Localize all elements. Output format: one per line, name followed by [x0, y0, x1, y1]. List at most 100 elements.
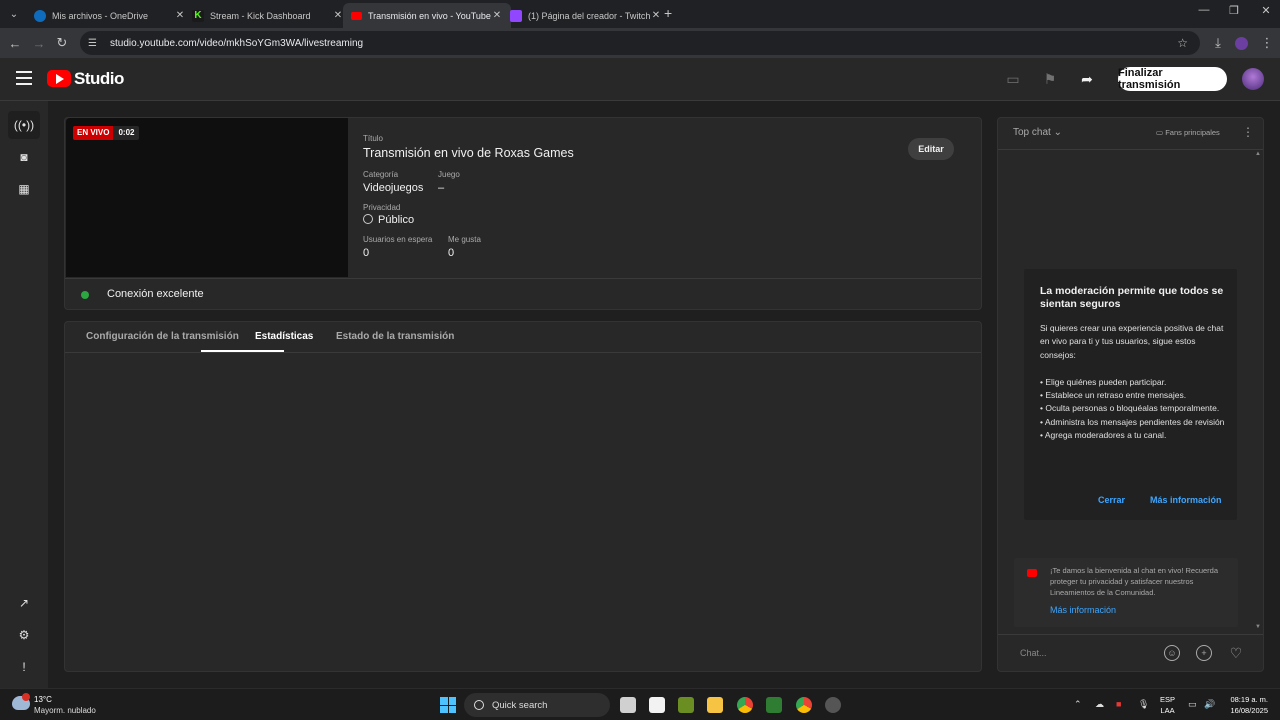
close-button[interactable]: Cerrar	[1098, 495, 1125, 505]
emoji-icon[interactable]: ☺	[1164, 645, 1180, 661]
moderation-title: La moderación permite que todos se sient…	[1040, 285, 1224, 310]
tip-item: • Agrega moderadores a tu canal.	[1040, 430, 1167, 441]
more-info-button[interactable]: Más información	[1150, 495, 1222, 505]
welcome-more-info-link[interactable]: Más información	[1050, 605, 1116, 615]
theater-icon[interactable]: ▭	[1004, 71, 1022, 89]
calendar-icon[interactable]: ▦	[8, 175, 40, 203]
restore-icon[interactable]: ❐	[1222, 4, 1246, 17]
volume-icon[interactable]: 🔊	[1204, 699, 1215, 710]
welcome-message: ¡Te damos la bienvenida al chat en vivo!…	[1014, 558, 1238, 627]
tip-item: • Elige quiénes pueden participar.	[1040, 376, 1167, 387]
avatar[interactable]	[1242, 68, 1264, 90]
weather-temp: 13°C	[34, 695, 52, 704]
store-icon[interactable]	[649, 697, 665, 713]
tab-settings[interactable]: Configuración de la transmisión	[86, 331, 239, 342]
scroll-down-icon[interactable]: ▼	[1255, 624, 1261, 630]
microphone-icon[interactable]: 🎙	[1138, 699, 1149, 710]
status-dot-icon	[81, 291, 89, 299]
tip-item: • Establece un retraso entre mensajes.	[1040, 390, 1187, 401]
bookmark-star-icon[interactable]: ☆	[1177, 36, 1188, 50]
privacy-label: Privacidad	[363, 203, 401, 212]
add-icon[interactable]: +	[1196, 645, 1212, 661]
chat-mode-select[interactable]: Top chat ⌄	[1013, 127, 1062, 138]
network-icon[interactable]: ▭	[1188, 699, 1197, 710]
chat-input-row: Chat... ☺ + ♡	[998, 634, 1263, 671]
chrome-icon[interactable]	[737, 697, 753, 713]
minimize-icon[interactable]: —	[1192, 4, 1216, 16]
stream-title: Transmisión en vivo de Roxas Games	[363, 146, 574, 160]
onedrive-icon	[34, 9, 46, 22]
live-badge: EN VIVO 0:02	[73, 126, 140, 140]
browser-menu-icon[interactable]: ⋮	[1258, 34, 1276, 52]
analytics-panel	[64, 321, 982, 672]
connection-status: Conexión excelente	[65, 278, 981, 309]
back-icon[interactable]: ←	[6, 34, 24, 52]
app-icon[interactable]	[825, 697, 841, 713]
input-language[interactable]: ESP LAA	[1160, 694, 1175, 716]
live-stream-icon[interactable]: ((•))	[8, 111, 40, 139]
end-stream-button[interactable]: Finalizar transmisión	[1118, 67, 1227, 91]
moderation-card: La moderación permite que todos se sient…	[1024, 269, 1237, 520]
youtube-icon	[1027, 569, 1037, 577]
search-icon	[474, 700, 484, 710]
xbox-icon[interactable]	[766, 697, 782, 713]
tip-item: • Administra los mensajes pendientes de …	[1040, 416, 1225, 427]
tab-statistics[interactable]: Estadísticas	[255, 331, 313, 342]
game-label: Juego	[438, 170, 460, 179]
scroll-up-icon[interactable]: ▲	[1255, 151, 1261, 157]
reload-icon[interactable]: ↻	[53, 34, 71, 52]
weather-condition: Mayorm. nublado	[34, 706, 96, 715]
chrome-active-icon[interactable]	[796, 697, 812, 713]
stream-preview	[66, 118, 348, 277]
heart-icon[interactable]: ♡	[1228, 645, 1244, 661]
minecraft-icon[interactable]	[678, 697, 694, 713]
browser-tab-onedrive[interactable]: Mis archivos - OneDrive ✕	[26, 3, 194, 28]
new-tab-icon[interactable]: +	[664, 5, 672, 21]
likes-value: 0	[448, 247, 455, 259]
chevron-down-icon: ⌄	[1053, 127, 1062, 138]
browser-tab-kick[interactable]: K Stream - Kick Dashboard ✕	[184, 3, 352, 28]
likes-label: Me gusta	[448, 235, 481, 244]
menu-icon[interactable]	[16, 71, 32, 85]
privacy-value: Público	[363, 214, 414, 226]
edit-button[interactable]: Editar	[908, 138, 954, 160]
waiting-label: Usuarios en espera	[363, 235, 433, 244]
bookmark-icon[interactable]: ⚑	[1041, 71, 1059, 89]
download-icon[interactable]: ⤓	[1209, 34, 1227, 52]
top-fans-button[interactable]: ▭ Fans principales	[1156, 128, 1220, 137]
studio-header: Studio ▭ ⚑ ➦ Finalizar transmisión	[0, 58, 1280, 101]
forward-icon[interactable]: →	[30, 34, 48, 52]
windows-start-icon[interactable]	[440, 697, 456, 713]
external-link-icon[interactable]: ↗	[8, 589, 40, 617]
browser-tab-youtube[interactable]: Transmisión en vivo - YouTube ✕	[343, 3, 511, 28]
taskbar: 13°C Mayorm. nublado Quick search ⌃ ☁ ■ …	[0, 688, 1280, 720]
profile-icon[interactable]	[1232, 34, 1250, 52]
task-view-icon[interactable]	[620, 697, 636, 713]
youtube-logo-icon[interactable]	[47, 70, 71, 87]
waiting-value: 0	[363, 247, 370, 259]
tray-chevron-icon[interactable]: ⌃	[1074, 699, 1082, 710]
more-icon[interactable]: ⋮	[1242, 125, 1254, 139]
feedback-icon[interactable]: !	[8, 653, 40, 681]
tray-cloud-icon[interactable]: ☁	[1095, 699, 1104, 710]
site-info-icon[interactable]: ☰	[88, 38, 102, 49]
gear-icon[interactable]: ⚙	[8, 621, 40, 649]
tab-search-icon[interactable]: ⌄	[4, 4, 24, 24]
youtube-icon	[351, 11, 362, 20]
studio-brand: Studio	[74, 69, 124, 88]
chat-input[interactable]: Chat...	[1020, 648, 1047, 658]
address-bar[interactable]: ☰ studio.youtube.com/video/mkhSoYGm3WA/l…	[80, 31, 1200, 55]
tab-stream-health[interactable]: Estado de la transmisión	[336, 331, 454, 342]
url-text: studio.youtube.com/video/mkhSoYGm3WA/liv…	[110, 37, 364, 49]
taskbar-search[interactable]: Quick search	[464, 693, 610, 717]
file-explorer-icon[interactable]	[707, 697, 723, 713]
category-value: Videojuegos	[363, 182, 424, 194]
share-icon[interactable]: ➦	[1078, 71, 1096, 89]
browser-tab-twitch[interactable]: (1) Página del creador - Twitch ✕	[502, 3, 670, 28]
tray-app-icon[interactable]: ■	[1116, 699, 1121, 709]
clock[interactable]: 08:19 a. m. 16/08/2025	[1224, 694, 1268, 716]
close-icon[interactable]: ✕	[650, 10, 662, 21]
left-sidebar: ((•)) ◙ ▦ ↗ ⚙ !	[0, 101, 48, 688]
camera-icon[interactable]: ◙	[8, 143, 40, 171]
window-close-icon[interactable]: ✕	[1254, 4, 1278, 17]
